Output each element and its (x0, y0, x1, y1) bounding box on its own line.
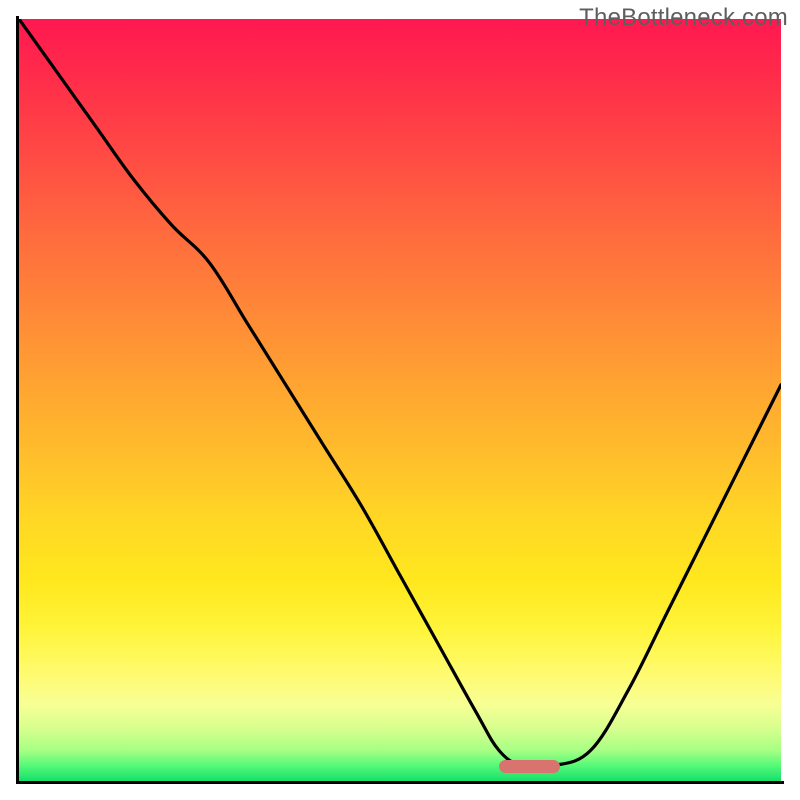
watermark-text: TheBottleneck.com (579, 4, 788, 32)
x-axis (16, 781, 784, 784)
chart-container: TheBottleneck.com (0, 0, 800, 800)
curve-layer (19, 19, 781, 781)
y-axis (16, 16, 19, 784)
optimal-marker (499, 760, 560, 773)
bottleneck-curve (19, 19, 781, 768)
plot-area (19, 19, 781, 781)
